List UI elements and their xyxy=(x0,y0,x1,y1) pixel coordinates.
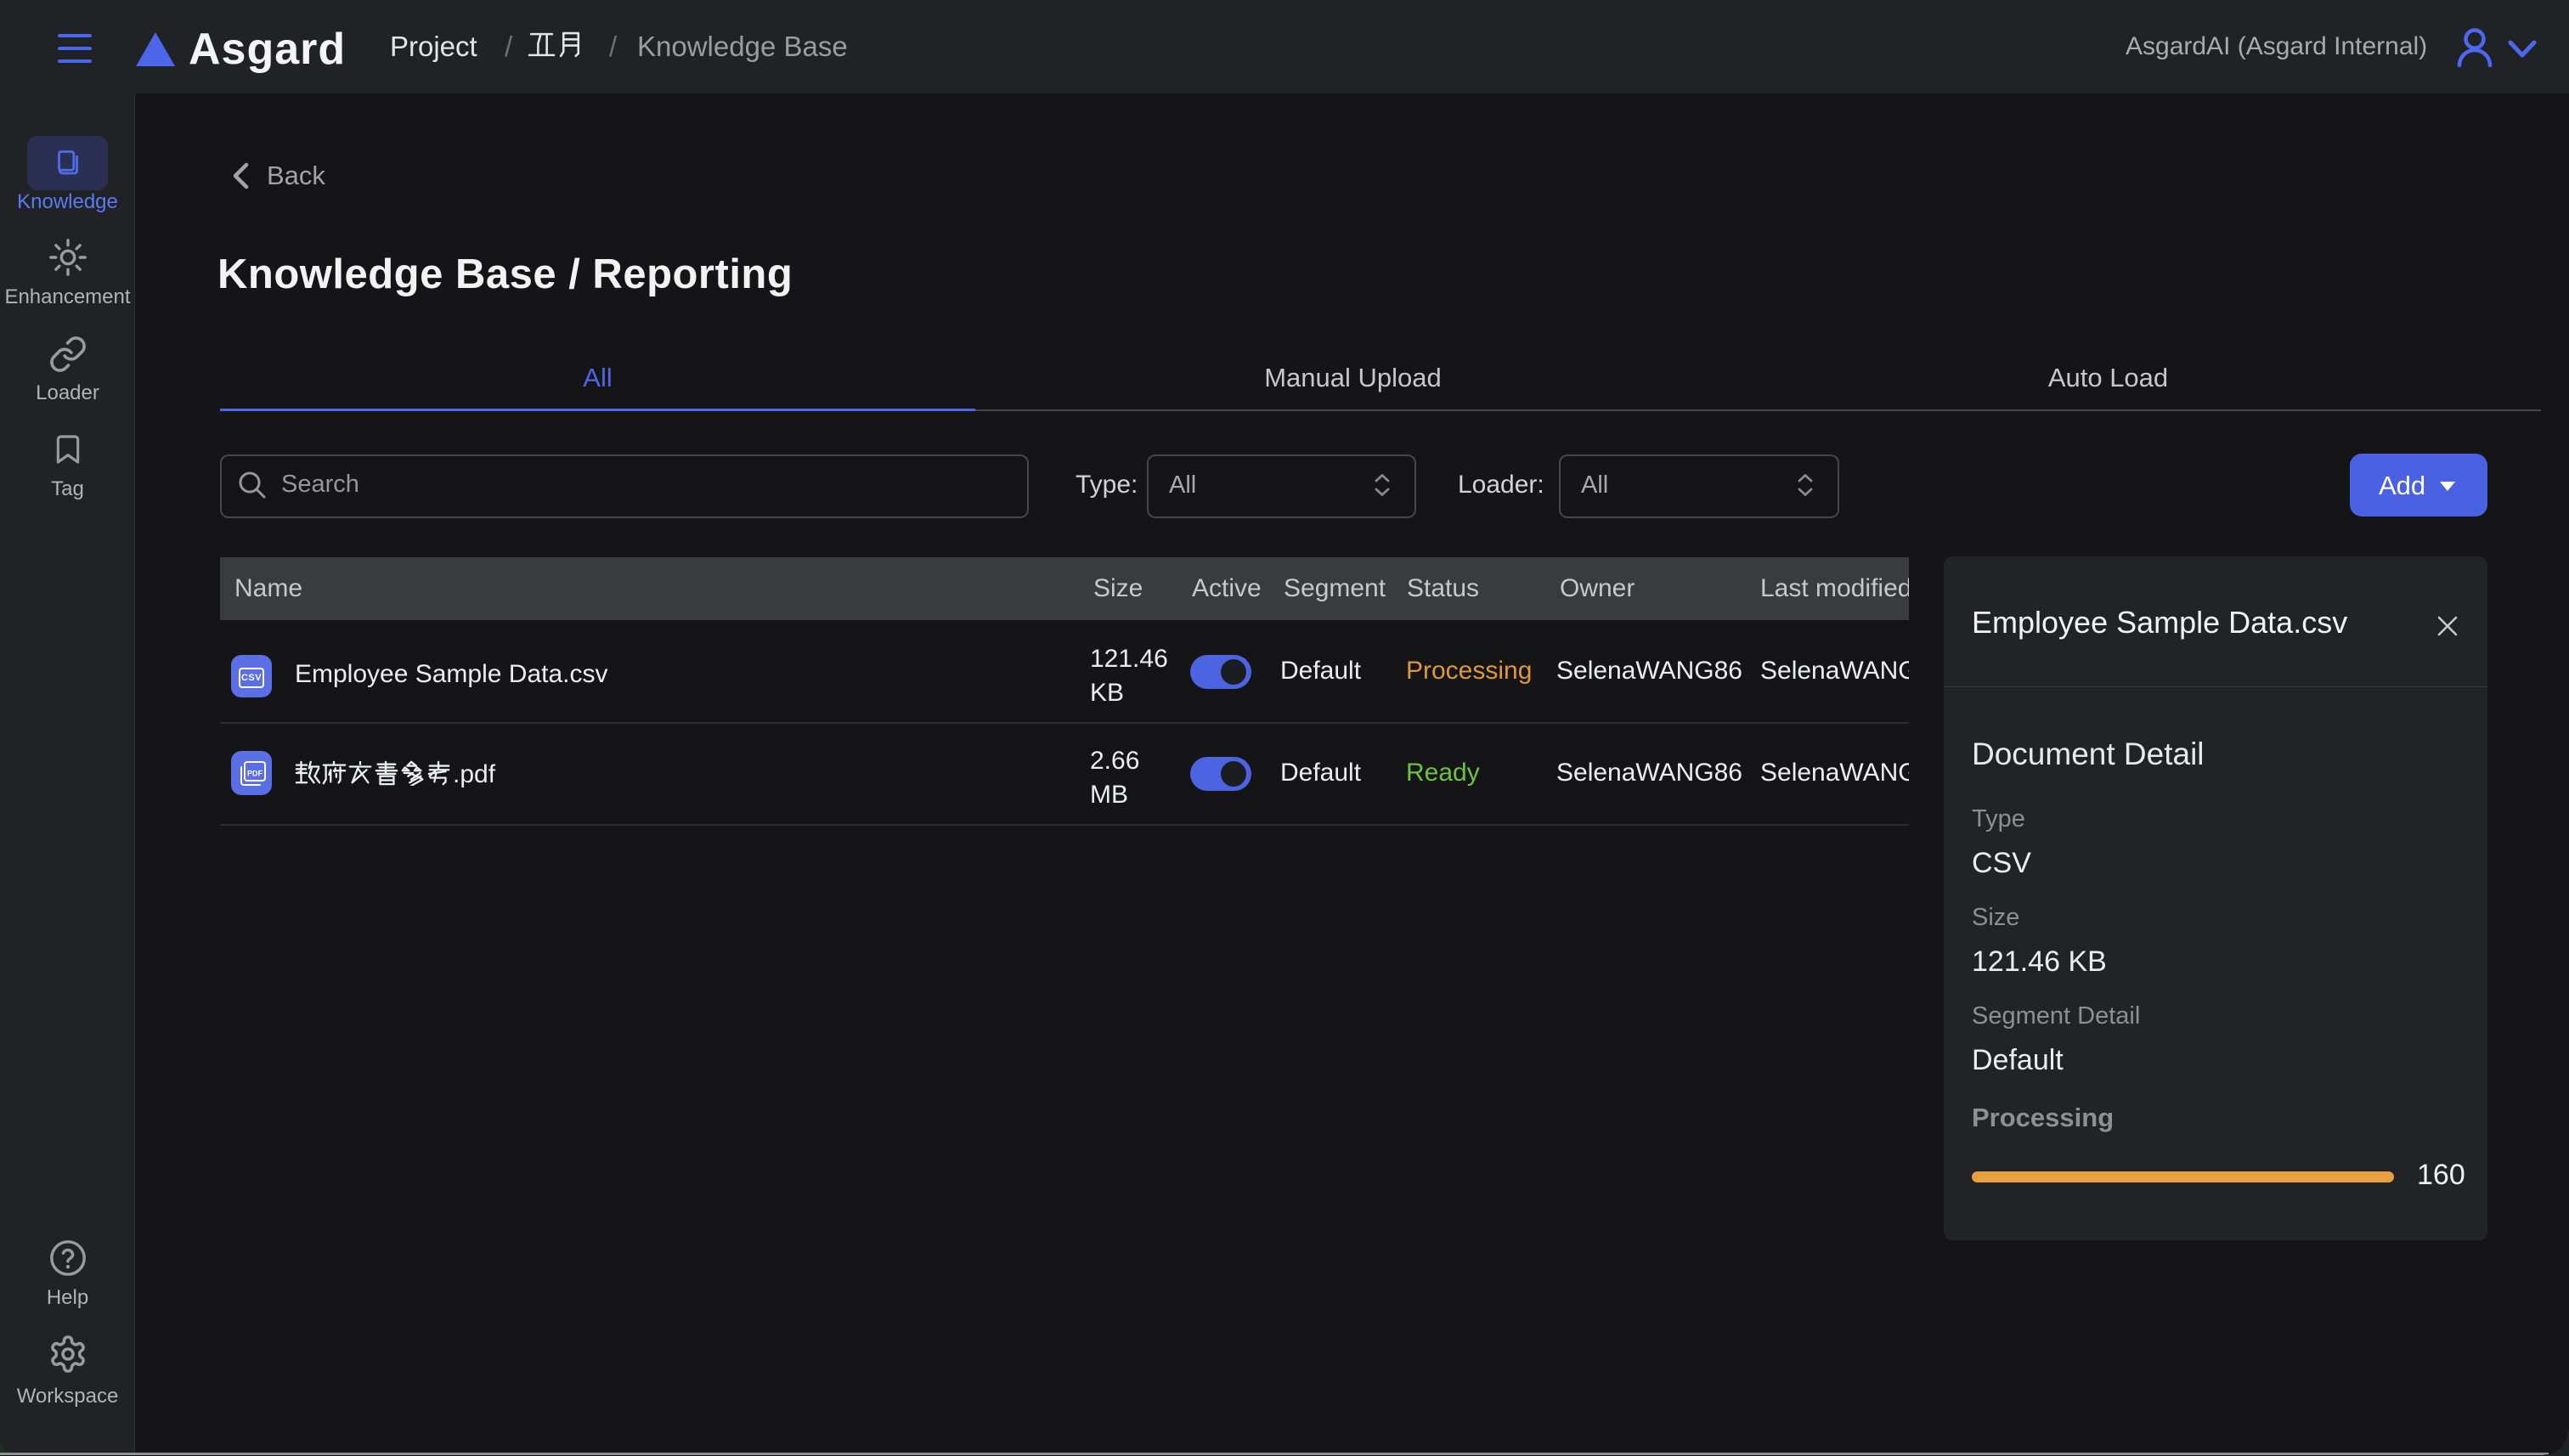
svg-text:PDF: PDF xyxy=(247,770,263,778)
